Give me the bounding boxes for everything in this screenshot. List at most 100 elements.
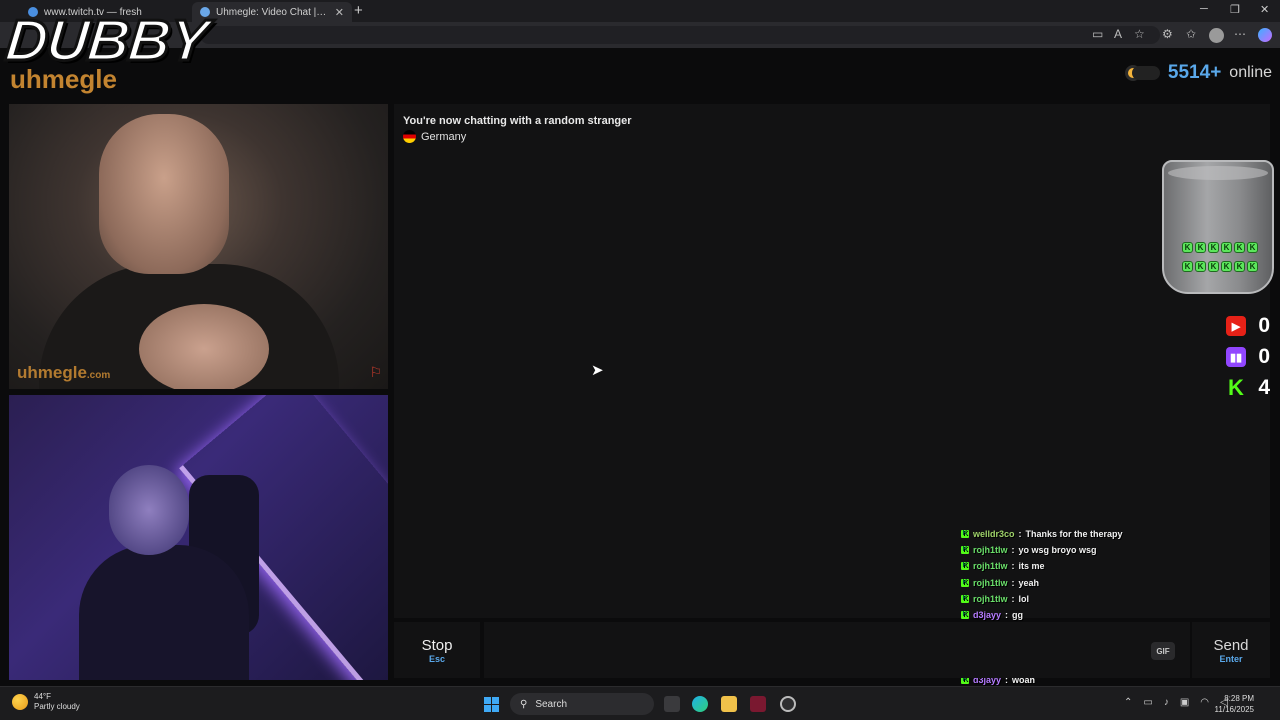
tab-label: Uhmegle: Video Chat | Random xyxy=(216,6,329,18)
youtube-icon: ▶ xyxy=(1226,316,1246,336)
report-flag-icon[interactable]: ⚐ xyxy=(369,364,382,381)
video-person-face xyxy=(99,114,229,274)
copilot-icon[interactable] xyxy=(1258,28,1272,42)
weather-widget[interactable]: 44°F Partly cloudy xyxy=(12,692,80,712)
online-count: 5514+ xyxy=(1167,62,1222,83)
kick-icon: K xyxy=(1228,375,1244,400)
kick-badge-icon: K xyxy=(961,611,969,620)
microphone-icon[interactable]: ♪ xyxy=(1164,697,1169,708)
task-view-icon[interactable] xyxy=(664,696,680,712)
chat-separator: : xyxy=(1011,593,1015,604)
network-icon[interactable]: ▭ xyxy=(1143,697,1152,708)
self-person-head xyxy=(109,465,189,555)
kick-count: 4 xyxy=(1258,376,1270,399)
chat-separator: : xyxy=(1011,577,1015,588)
url-input[interactable] xyxy=(200,26,1160,44)
theme-toggle[interactable] xyxy=(1131,66,1160,80)
chat-text: its me xyxy=(1018,561,1045,572)
chat-separator: : xyxy=(1011,545,1015,556)
send-label: Send xyxy=(1213,636,1249,654)
collections-icon[interactable]: ✩ xyxy=(1186,27,1196,41)
weather-condition: Partly cloudy xyxy=(34,702,80,711)
twitch-count: 0 xyxy=(1258,345,1270,368)
new-tab-button[interactable]: + xyxy=(354,3,363,19)
country-name: Germany xyxy=(421,130,467,143)
chat-text: yo wsg broyo wsg xyxy=(1018,545,1097,556)
twitch-counter: ▮▮ 0 xyxy=(1226,345,1270,369)
profile-avatar-icon[interactable] xyxy=(1209,28,1224,43)
kick-badge-icon: K xyxy=(961,530,969,539)
edge-browser-icon[interactable] xyxy=(692,696,708,712)
display-icon[interactable]: ▣ xyxy=(1180,697,1189,708)
stop-shortcut: Esc xyxy=(428,653,445,664)
stream-chat-message: Krojh1tlw: lol xyxy=(961,591,1181,607)
close-tab-icon[interactable]: ✕ xyxy=(335,6,344,19)
kick-badge-icon: K xyxy=(961,562,969,571)
gif-button[interactable]: GIF xyxy=(1151,642,1175,660)
message-input[interactable] xyxy=(484,622,1190,678)
favorite-star-icon[interactable]: ☆ xyxy=(1134,27,1145,41)
system-tray: ⌃ ▭ ♪ ▣ ◠ ◁ xyxy=(1124,697,1228,708)
chat-separator: : xyxy=(1018,529,1022,540)
youtube-counter: ▶ 0 xyxy=(1226,314,1270,338)
video-person-hands xyxy=(139,304,269,389)
more-options-icon[interactable]: ⋯ xyxy=(1234,27,1246,41)
online-label: online xyxy=(1229,64,1272,81)
kick-badge-icon: K xyxy=(961,594,969,603)
chat-username: rojh1tlw xyxy=(973,577,1008,588)
search-icon: ⚲ xyxy=(520,698,528,710)
mouse-cursor-icon: ➤ xyxy=(591,362,604,379)
stream-chat-message: Krojh1tlw: yeah xyxy=(961,575,1181,591)
streamer-name-overlay: DUBBY xyxy=(1,7,212,75)
tip-jar: KKKKKKKKKKKK xyxy=(1162,160,1274,294)
taskbar-clock[interactable]: 8:28 PM 11/16/2025 xyxy=(1215,693,1254,715)
extensions-icon[interactable]: ⚙ xyxy=(1162,27,1173,41)
chat-text: lol xyxy=(1018,593,1030,604)
tray-expand-icon[interactable]: ⌃ xyxy=(1124,697,1132,708)
stop-label: Stop xyxy=(421,636,453,654)
app-icon[interactable] xyxy=(750,696,766,712)
minimize-button[interactable]: ─ xyxy=(1200,3,1208,15)
twitch-icon: ▮▮ xyxy=(1226,347,1246,367)
clock-time: 8:28 PM xyxy=(1224,694,1254,703)
close-window-button[interactable]: ✕ xyxy=(1260,3,1269,16)
stream-chat-message: Krojh1tlw: yo wsg broyo wsg xyxy=(961,542,1181,558)
taskbar-search[interactable]: ⚲ Search xyxy=(510,693,654,715)
chat-text: yeah xyxy=(1018,577,1040,588)
stop-button[interactable]: Stop Esc xyxy=(394,622,480,678)
chat-username: rojh1tlw xyxy=(973,593,1008,604)
kick-badge-icon: K xyxy=(961,578,969,587)
browser-tab-2[interactable]: Uhmegle: Video Chat | Random ✕ xyxy=(192,2,352,22)
jar-contents: KKKKKKKKKKKK xyxy=(1182,242,1258,278)
chat-username: d3jayy xyxy=(973,610,1002,621)
youtube-count: 0 xyxy=(1258,314,1270,337)
send-shortcut: Enter xyxy=(1219,653,1243,664)
chat-status: You're now chatting with a random strang… xyxy=(403,115,632,127)
video-watermark: uhmegle.com xyxy=(17,363,111,382)
search-label: Search xyxy=(535,698,568,710)
clock-date: 11/16/2025 xyxy=(1214,705,1254,714)
screen-cast-icon[interactable]: ▭ xyxy=(1092,27,1103,41)
windows-start-icon[interactable] xyxy=(484,697,499,712)
partly-cloudy-icon xyxy=(12,694,28,710)
stream-chat-message: Krojh1tlw: its me xyxy=(961,558,1181,574)
read-aloud-icon[interactable]: A xyxy=(1114,27,1122,41)
stream-chat-message: Kwelldr3co: Thanks for the therapy xyxy=(961,526,1181,542)
stranger-country: Germany xyxy=(403,130,466,143)
stream-chat-message: Kd3jayy: gg xyxy=(961,607,1181,623)
maximize-button[interactable]: ❐ xyxy=(1230,3,1240,16)
send-button[interactable]: Send Enter xyxy=(1192,622,1270,678)
self-person-body xyxy=(79,545,249,680)
self-video xyxy=(9,395,388,680)
stranger-video: uhmegle.com ⚐ xyxy=(9,104,388,389)
wifi-icon[interactable]: ◠ xyxy=(1200,697,1209,708)
chat-text: gg xyxy=(1012,610,1024,621)
chat-username: welldr3co xyxy=(973,529,1015,540)
windows-taskbar: 44°F Partly cloudy ⚲ Search ⌃ ▭ ♪ ▣ ◠ ◁ … xyxy=(0,686,1280,720)
online-indicator: 5514+ online xyxy=(1127,62,1272,84)
chat-text: Thanks for the therapy xyxy=(1025,529,1123,540)
obs-icon[interactable] xyxy=(780,696,796,712)
chat-username: rojh1tlw xyxy=(973,545,1008,556)
file-explorer-icon[interactable] xyxy=(721,696,737,712)
kick-counter: K 4 xyxy=(1226,375,1270,400)
